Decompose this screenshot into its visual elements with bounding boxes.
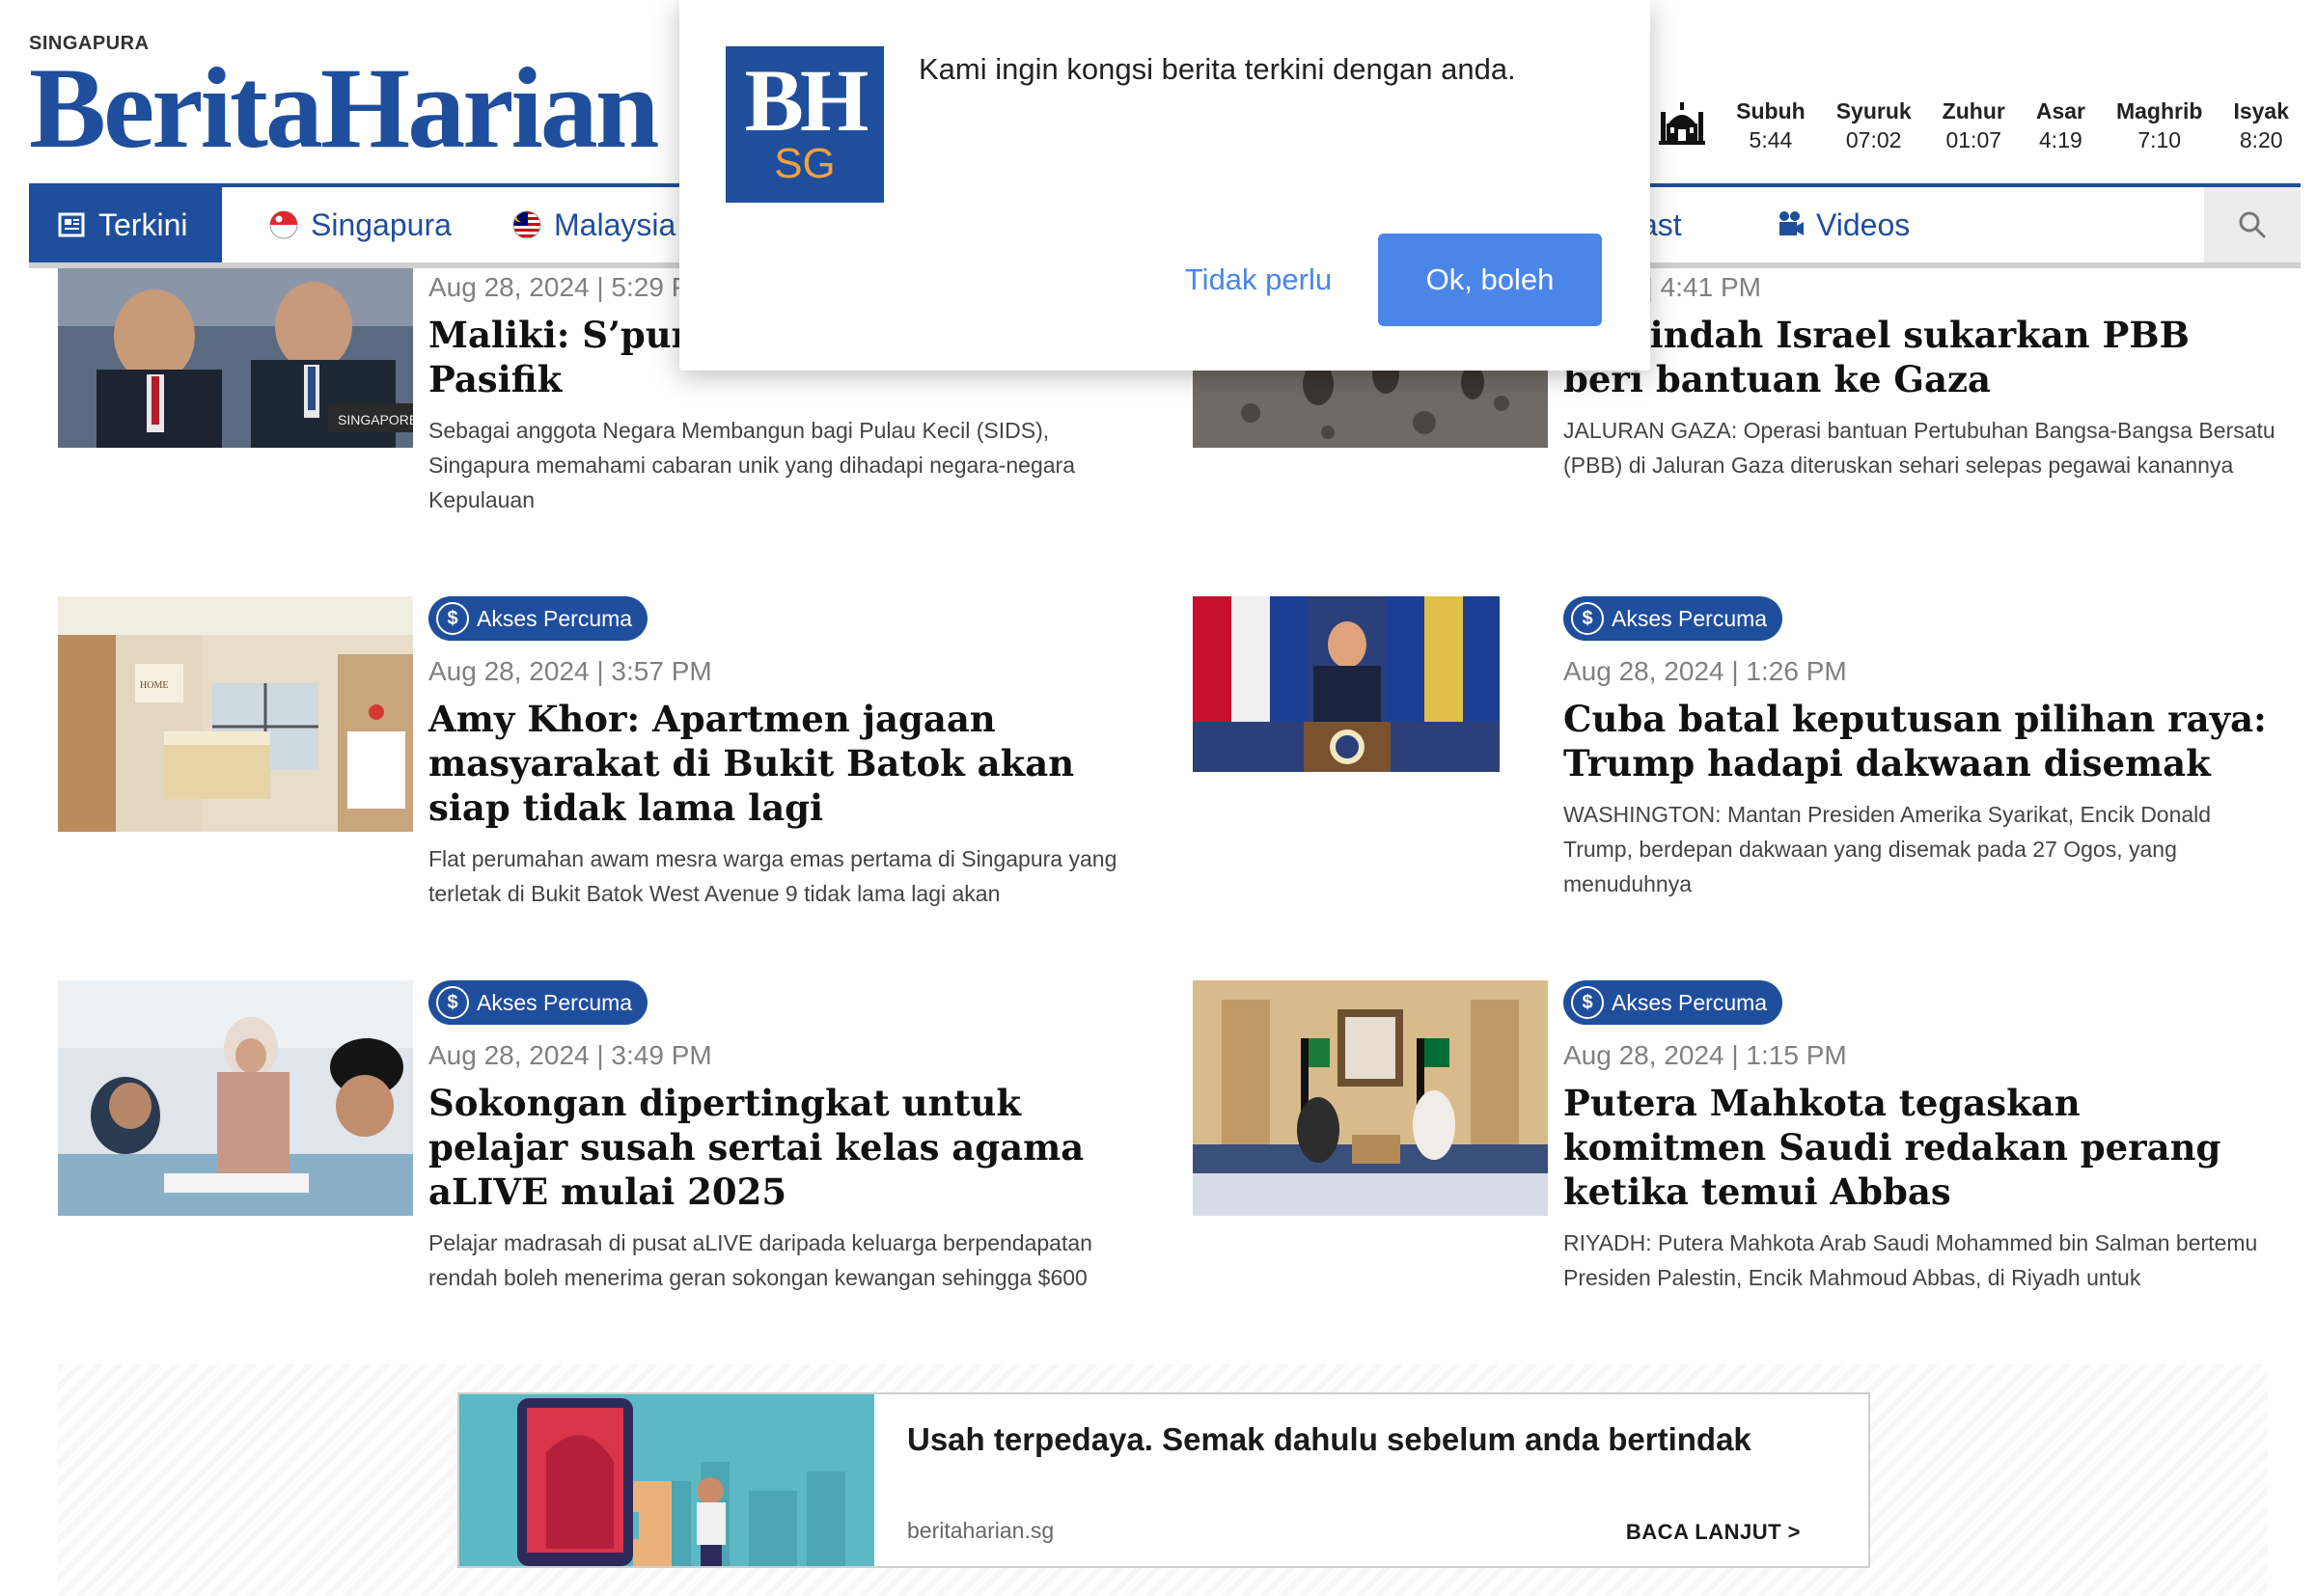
free-access-badge: $ Akses Percuma <box>1563 596 1783 641</box>
article-time: Aug 28, 2024 | 3:57 PM <box>428 656 712 686</box>
notification-permission-dialog: BH SG Kami ingin kongsi berita terkini d… <box>679 0 1650 371</box>
nav-item-videos[interactable]: Videos <box>1747 187 1939 262</box>
article-thumbnail[interactable]: SINGAPORE <box>58 268 413 448</box>
ad-domain: beritaharian.sg <box>907 1518 1055 1543</box>
svg-text:HOME: HOME <box>140 680 168 691</box>
article-thumbnail[interactable] <box>1193 596 1500 772</box>
article-time: Aug 28, 2024 | 1:15 PM <box>1563 1040 1847 1070</box>
article-time: Aug 28, 2024 | 1:26 PM <box>1563 656 1847 686</box>
article-thumbnail[interactable] <box>58 980 413 1216</box>
malaysia-flag-icon <box>512 210 541 239</box>
article-summary: Sebagai anggota Negara Membangun bagi Pu… <box>428 418 1075 512</box>
article-summary: RIYADH: Putera Mahkota Arab Saudi Mohamm… <box>1563 1230 2258 1290</box>
article-thumbnail[interactable] <box>1193 980 1548 1216</box>
nav-item-singapura[interactable]: Singapura <box>239 187 481 262</box>
site-logo[interactable]: BeritaHarian <box>29 44 660 172</box>
free-access-badge: $ Akses Percuma <box>428 596 648 641</box>
prayer-asar: Asar 4:19 <box>2035 98 2085 152</box>
advertisement-banner[interactable]: Usah terpedaya. Semak dahulu sebelum and… <box>457 1392 1870 1568</box>
prayer-isyak: Isyak 8:20 <box>2233 98 2289 152</box>
free-access-icon: $ <box>436 986 469 1019</box>
free-access-icon: $ <box>1571 986 1604 1019</box>
article-title[interactable]: Sokongan dipertingkat untuk pelajar susa… <box>428 1081 1143 1214</box>
photo-apartment-image: HOME <box>58 596 413 832</box>
dialog-message: Kami ingin kongsi berita terkini dengan … <box>919 52 1516 86</box>
nav-item-malaysia[interactable]: Malaysia <box>482 187 704 262</box>
article-title[interactable]: Cuba batal keputusan pilihan raya: Trump… <box>1563 697 2277 785</box>
photo-classroom-image <box>58 980 413 1216</box>
free-access-icon: $ <box>1571 602 1604 635</box>
allow-button[interactable]: Ok, boleh <box>1378 234 1602 326</box>
article-body: $ Akses Percuma Aug 28, 2024 | 3:57 PM A… <box>428 596 1143 911</box>
article-time: Aug 28, 2024 | 3:49 PM <box>428 1040 712 1070</box>
ad-read-more-link[interactable]: BACA LANJUT > <box>1626 1520 1801 1545</box>
nav-item-terkini[interactable]: Terkini <box>29 187 222 262</box>
free-access-badge: $ Akses Percuma <box>1563 980 1783 1025</box>
article-thumbnail[interactable]: HOME <box>58 596 413 832</box>
search-icon <box>2239 211 2266 238</box>
article-summary: Pelajar madrasah di pusat aLIVE daripada… <box>428 1230 1092 1290</box>
prayer-maghrib: Maghrib 7:10 <box>2115 98 2203 152</box>
article-body: $ Akses Percuma Aug 28, 2024 | 3:49 PM S… <box>428 980 1143 1295</box>
prayer-syuruk: Syuruk 07:02 <box>1835 98 1912 152</box>
article-summary: Flat perumahan awam mesra warga emas per… <box>428 846 1117 906</box>
mosque-icon <box>1659 102 1706 145</box>
free-access-icon: $ <box>436 602 469 635</box>
ad-illustration <box>459 1394 874 1566</box>
deny-button[interactable]: Tidak perlu <box>1143 234 1374 326</box>
article-title[interactable]: an pindah Israel sukarkan PBB beri bantu… <box>1563 313 2277 401</box>
photo-conference-image: SINGAPORE <box>58 268 413 448</box>
newspaper-icon <box>58 212 85 237</box>
video-camera-icon <box>1779 211 1804 235</box>
article-body: $ Akses Percuma Aug 28, 2024 | 1:15 PM P… <box>1563 980 2277 1295</box>
search-button[interactable] <box>2204 187 2301 262</box>
photo-saudi-meeting-image <box>1193 980 1548 1216</box>
article-summary: JALURAN GAZA: Operasi bantuan Pertubuhan… <box>1563 418 2275 478</box>
free-access-badge: $ Akses Percuma <box>428 980 648 1025</box>
article-body: $ Akses Percuma Aug 28, 2024 | 1:26 PM C… <box>1563 596 2277 901</box>
prayer-times: Subuh 5:44 Syuruk 07:02 Zuhur 01:07 Asar… <box>1659 96 2289 154</box>
ad-title[interactable]: Usah terpedaya. Semak dahulu sebelum and… <box>907 1421 1751 1458</box>
ad-image <box>459 1394 874 1566</box>
article-title[interactable]: Amy Khor: Apartmen jagaan masyarakat di … <box>428 697 1143 830</box>
prayer-zuhur: Zuhur 01:07 <box>1942 98 2005 152</box>
prayer-subuh: Subuh 5:44 <box>1736 98 1806 152</box>
bh-sg-logo: BH SG <box>726 46 884 203</box>
article-title[interactable]: Putera Mahkota tegaskan komitmen Saudi r… <box>1563 1081 2277 1214</box>
photo-trump-image <box>1193 596 1500 772</box>
article-time: , 2024 | 4:41 PM <box>1563 272 1761 302</box>
article-summary: WASHINGTON: Mantan Presiden Amerika Syar… <box>1563 802 2212 896</box>
singapore-flag-icon <box>269 210 298 239</box>
svg-text:SINGAPORE: SINGAPORE <box>338 412 413 427</box>
article-body: , 2024 | 4:41 PM an pindah Israel sukark… <box>1563 268 2277 482</box>
